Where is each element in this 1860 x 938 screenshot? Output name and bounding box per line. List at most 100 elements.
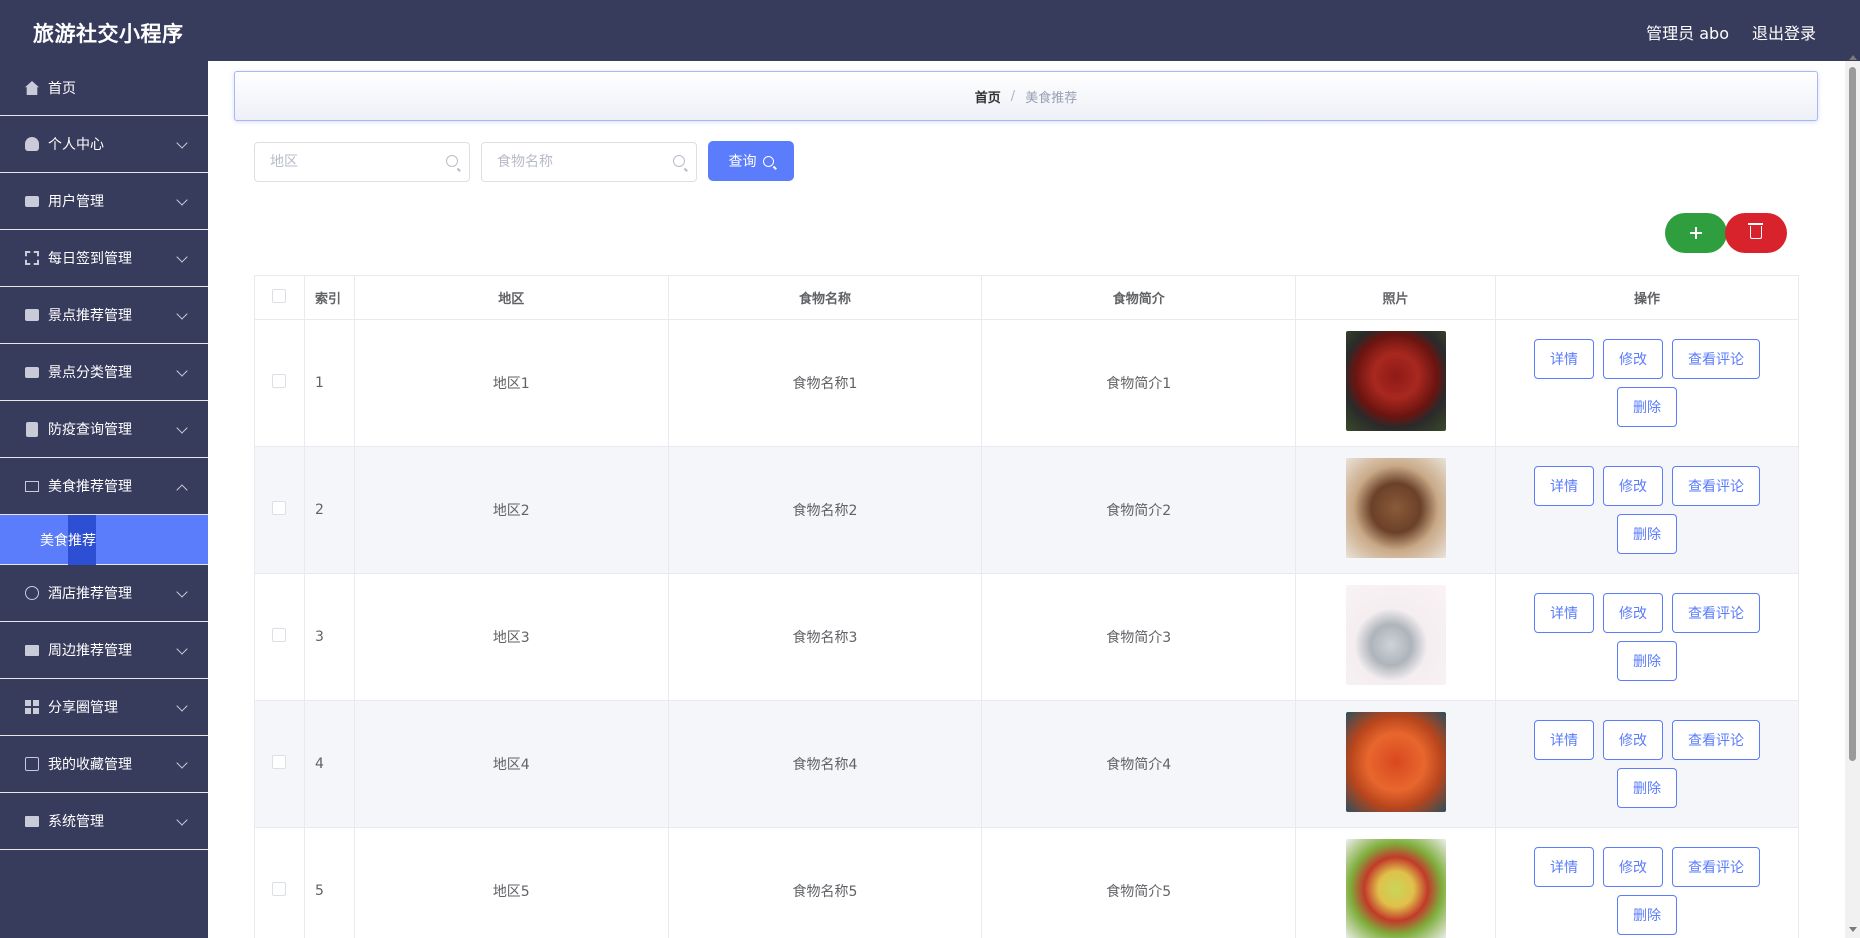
sidebar-item-favorites[interactable]: 我的收藏管理 — [0, 736, 208, 793]
sidebar-item-users[interactable]: 用户管理 — [0, 173, 208, 230]
row-checkbox[interactable] — [272, 374, 287, 388]
home-icon — [24, 80, 40, 96]
scroll-up-icon[interactable] — [1849, 55, 1857, 60]
chevron-down-icon — [176, 422, 188, 434]
row-index: 5 — [303, 827, 355, 938]
food-photo[interactable] — [1345, 839, 1446, 938]
delete-button[interactable]: 删除 — [1616, 641, 1677, 681]
sidebar-item-checkin[interactable]: 每日签到管理 — [0, 230, 208, 287]
row-select-cell — [254, 573, 305, 701]
top-bar: 旅游社交小程序 管理员 abo 退出登录 — [0, 0, 1860, 61]
sidebar-item-attractions[interactable]: 景点推荐管理 — [0, 287, 208, 344]
edit-button[interactable]: 修改 — [1602, 720, 1663, 760]
sidebar-item-share[interactable]: 分享圈管理 — [0, 679, 208, 736]
table-row: 4 地区4 食物名称4 食物简介4 详情 修改 查看评论 删除 — [254, 700, 1800, 828]
breadcrumb: 首页 / 美食推荐 — [234, 71, 1818, 121]
detail-button[interactable]: 详情 — [1533, 720, 1594, 760]
edit-button[interactable]: 修改 — [1602, 593, 1663, 633]
chevron-down-icon — [176, 757, 188, 769]
row-food-desc: 食物简介1 — [981, 319, 1297, 447]
table-header-row: 索引 地区 食物名称 食物简介 照片 操作 — [254, 275, 1800, 320]
row-photo-cell — [1295, 319, 1496, 447]
edit-button[interactable]: 修改 — [1602, 847, 1663, 887]
row-checkbox[interactable] — [272, 882, 287, 896]
row-food-name: 食物名称2 — [667, 446, 983, 574]
header-index: 索引 — [303, 275, 355, 320]
food-photo[interactable] — [1345, 585, 1446, 685]
view-comments-button[interactable]: 查看评论 — [1671, 339, 1760, 379]
row-ops-cell: 详情 修改 查看评论 删除 — [1494, 446, 1800, 574]
food-photo[interactable] — [1345, 712, 1446, 812]
food-photo[interactable] — [1345, 458, 1446, 558]
mail-icon — [24, 478, 40, 494]
batch-delete-button[interactable] — [1725, 213, 1787, 253]
query-button[interactable]: 查询 — [708, 141, 794, 181]
select-all-cell — [254, 275, 305, 320]
table-row: 1 地区1 食物名称1 食物简介1 详情 修改 查看评论 删除 — [254, 319, 1800, 447]
breadcrumb-current: 美食推荐 — [1025, 90, 1078, 106]
row-area: 地区4 — [353, 700, 669, 828]
area-search-input[interactable] — [254, 142, 470, 182]
scroll-down-icon[interactable] — [1849, 927, 1857, 932]
table-row: 5 地区5 食物名称5 食物简介5 详情 修改 查看评论 删除 — [254, 827, 1800, 938]
edit-button[interactable]: 修改 — [1602, 339, 1663, 379]
monitor-icon — [24, 813, 40, 829]
view-comments-button[interactable]: 查看评论 — [1671, 466, 1760, 506]
sidebar-item-nearby[interactable]: 周边推荐管理 — [0, 622, 208, 679]
search-icon — [673, 155, 685, 167]
row-area: 地区3 — [353, 573, 669, 701]
row-checkbox[interactable] — [272, 501, 287, 515]
copy-icon — [24, 756, 40, 772]
row-select-cell — [254, 319, 305, 447]
row-area: 地区1 — [353, 319, 669, 447]
sidebar-item-profile[interactable]: 个人中心 — [0, 116, 208, 173]
view-comments-button[interactable]: 查看评论 — [1671, 593, 1760, 633]
row-checkbox[interactable] — [272, 628, 287, 642]
admin-user-label[interactable]: 管理员 abo — [1646, 20, 1729, 44]
detail-button[interactable]: 详情 — [1533, 466, 1594, 506]
table-row: 2 地区2 食物名称2 食物简介2 详情 修改 查看评论 删除 — [254, 446, 1800, 574]
row-actions: 详情 修改 查看评论 删除 — [1527, 720, 1767, 808]
detail-button[interactable]: 详情 — [1533, 593, 1594, 633]
row-ops-cell: 详情 修改 查看评论 删除 — [1494, 573, 1800, 701]
sidebar-subitem-food-recommend[interactable]: 美食推荐 — [0, 515, 208, 565]
sidebar-item-label: 首页 — [48, 81, 76, 97]
view-comments-button[interactable]: 查看评论 — [1671, 847, 1760, 887]
chevron-down-icon — [176, 700, 188, 712]
delete-button[interactable]: 删除 — [1616, 514, 1677, 554]
sidebar-item-epidemic[interactable]: 防疫查询管理 — [0, 401, 208, 458]
trash-icon — [1748, 223, 1763, 239]
delete-button[interactable]: 删除 — [1616, 387, 1677, 427]
search-icon — [762, 155, 774, 167]
sidebar-item-home[interactable]: 首页 — [0, 61, 208, 116]
monitor-icon — [24, 642, 40, 658]
table-row: 3 地区3 食物名称3 食物简介3 详情 修改 查看评论 删除 — [254, 573, 1800, 701]
sidebar-item-system[interactable]: 系统管理 — [0, 793, 208, 850]
sidebar-item-attraction-categories[interactable]: 景点分类管理 — [0, 344, 208, 401]
sidebar-item-label: 周边推荐管理 — [48, 643, 132, 659]
row-food-desc: 食物简介4 — [981, 700, 1297, 828]
scrollbar-thumb[interactable] — [1849, 67, 1856, 761]
page-scrollbar[interactable] — [1845, 55, 1860, 938]
row-food-name: 食物名称1 — [667, 319, 983, 447]
sidebar-item-food[interactable]: 美食推荐管理 — [0, 458, 208, 515]
row-photo-cell — [1295, 446, 1496, 574]
food-name-search-input[interactable] — [481, 142, 697, 182]
row-actions: 详情 修改 查看评论 删除 — [1527, 339, 1767, 427]
delete-button[interactable]: 删除 — [1616, 768, 1677, 808]
edit-button[interactable]: 修改 — [1602, 466, 1663, 506]
logout-button[interactable]: 退出登录 — [1752, 20, 1816, 44]
food-photo[interactable] — [1345, 331, 1446, 431]
search-icon — [446, 155, 458, 167]
breadcrumb-home[interactable]: 首页 — [975, 87, 1001, 106]
row-checkbox[interactable] — [272, 755, 287, 769]
detail-button[interactable]: 详情 — [1533, 847, 1594, 887]
detail-button[interactable]: 详情 — [1533, 339, 1594, 379]
view-comments-button[interactable]: 查看评论 — [1671, 720, 1760, 760]
add-button[interactable] — [1665, 213, 1727, 253]
sidebar-item-hotels[interactable]: 酒店推荐管理 — [0, 565, 208, 622]
delete-button[interactable]: 删除 — [1616, 895, 1677, 935]
briefcase-icon — [24, 307, 40, 323]
select-all-checkbox[interactable] — [272, 288, 287, 303]
sidebar-item-label: 景点分类管理 — [48, 365, 132, 381]
